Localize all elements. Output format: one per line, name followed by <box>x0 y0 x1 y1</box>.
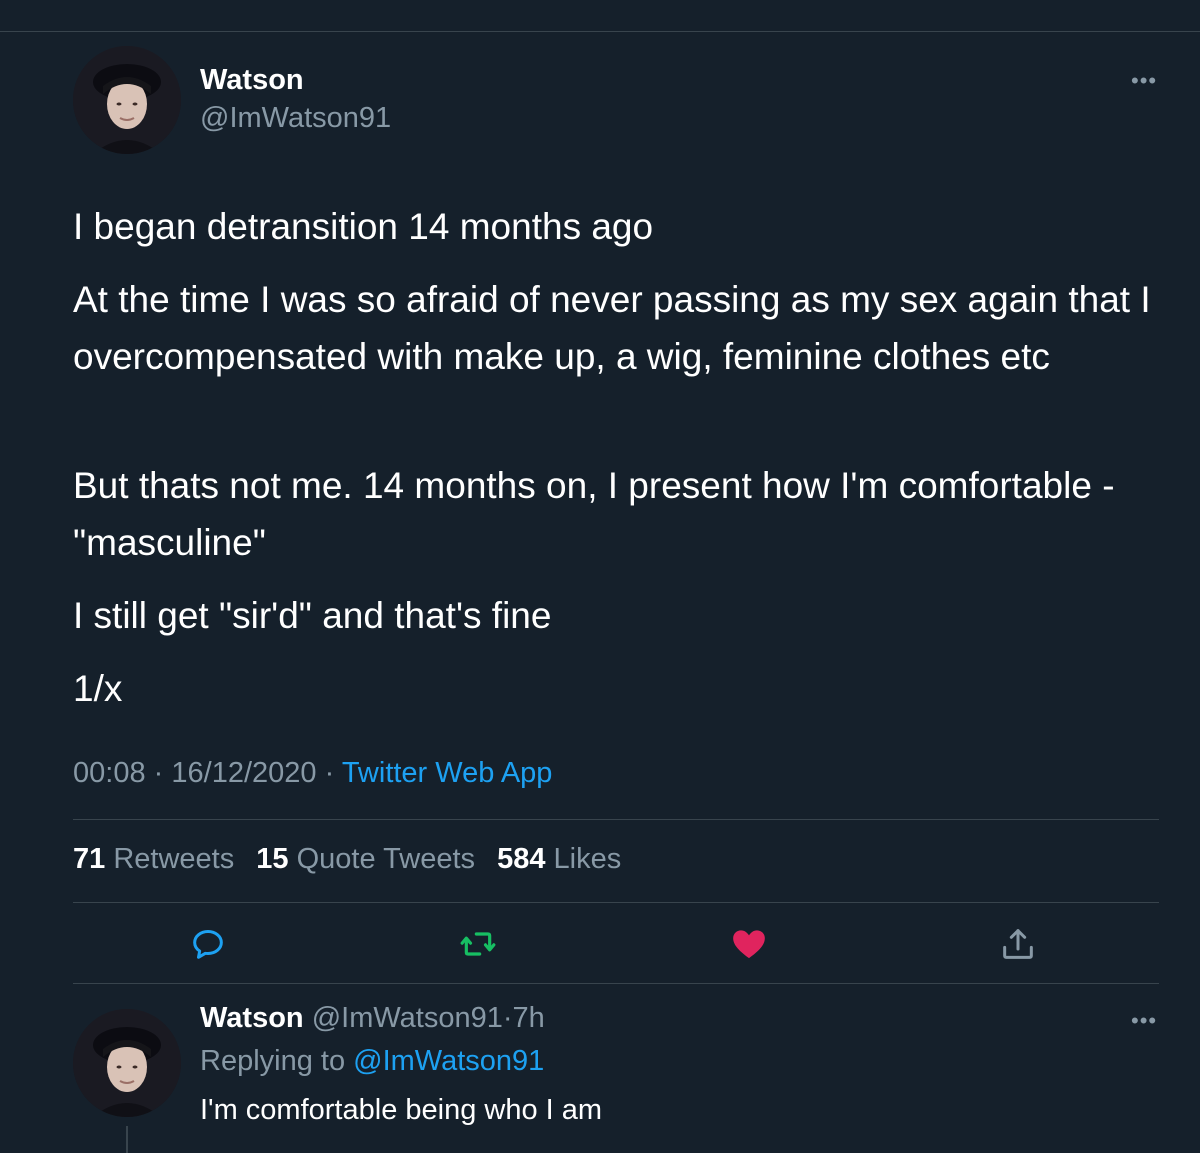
reply-author-name[interactable]: Watson <box>200 1002 304 1034</box>
divider <box>73 819 1159 820</box>
divider <box>73 983 1159 984</box>
like-button[interactable] <box>729 924 769 964</box>
retweets-stat[interactable]: 71 Retweets <box>73 843 234 875</box>
tweet-time[interactable]: 00:08 <box>73 757 146 789</box>
author-handle[interactable]: @ImWatson91 <box>200 102 391 135</box>
more-horizontal-icon[interactable]: ••• <box>1131 68 1157 94</box>
replying-to: Replying to @ImWatson91 <box>200 1045 544 1078</box>
retweet-button[interactable] <box>458 924 498 964</box>
tweet-paragraph: I still get "sir'd" and that's fine <box>73 595 552 636</box>
reply-header: Watson @ImWatson91·7h <box>200 1002 545 1035</box>
meta-separator: · <box>324 757 335 789</box>
reply-separator: · <box>502 1002 513 1034</box>
tweet-paragraph: I began detransition 14 months ago <box>73 206 654 247</box>
avatar-photo <box>73 46 181 154</box>
likes-count: 584 <box>497 843 546 875</box>
reply-button[interactable] <box>188 924 228 964</box>
thread-line <box>126 1126 128 1153</box>
replying-to-label: Replying to <box>200 1045 346 1077</box>
reply-text: I'm comfortable being who I am <box>200 1094 603 1126</box>
reply-author-handle[interactable]: @ImWatson91 <box>312 1002 503 1034</box>
quote-tweets-stat[interactable]: 15 Quote Tweets <box>256 843 475 875</box>
avatar[interactable] <box>73 1009 181 1117</box>
author-name[interactable]: Watson <box>200 64 304 97</box>
avatar[interactable] <box>73 46 181 154</box>
reply-icon <box>193 930 223 959</box>
avatar-photo <box>73 1009 181 1117</box>
likes-stat[interactable]: 584 Likes <box>497 843 621 875</box>
more-horizontal-icon[interactable]: ••• <box>1131 1008 1157 1034</box>
likes-label: Likes <box>553 843 622 875</box>
tweet-paragraph: But thats not me. 14 months on, I presen… <box>73 465 1115 563</box>
reply-age[interactable]: 7h <box>513 1002 545 1034</box>
share-button[interactable] <box>998 924 1038 964</box>
tweet-date[interactable]: 16/12/2020 <box>171 757 316 789</box>
tweet-meta: 00:08 · 16/12/2020 · Twitter Web App <box>73 757 552 790</box>
retweet-icon <box>460 932 496 956</box>
divider <box>73 902 1159 903</box>
top-divider <box>0 31 1200 32</box>
tweet-stats: 71 Retweets 15 Quote Tweets 584 Likes <box>73 843 635 876</box>
tweet-paragraph: At the time I was so afraid of never pas… <box>73 279 1151 377</box>
retweets-count: 71 <box>73 843 106 875</box>
tweet-detail-page: Watson @ImWatson91 ••• I began detransit… <box>0 0 1200 1153</box>
quotes-label: Quote Tweets <box>296 843 476 875</box>
tweet-source-link[interactable]: Twitter Web App <box>342 757 553 789</box>
replying-to-handle-link[interactable]: @ImWatson91 <box>353 1045 544 1077</box>
meta-separator: · <box>153 757 164 789</box>
retweets-label: Retweets <box>113 843 235 875</box>
quotes-count: 15 <box>256 843 289 875</box>
heart-icon <box>733 930 765 959</box>
share-icon <box>1003 929 1033 959</box>
tweet-paragraph: 1/x <box>73 668 123 709</box>
